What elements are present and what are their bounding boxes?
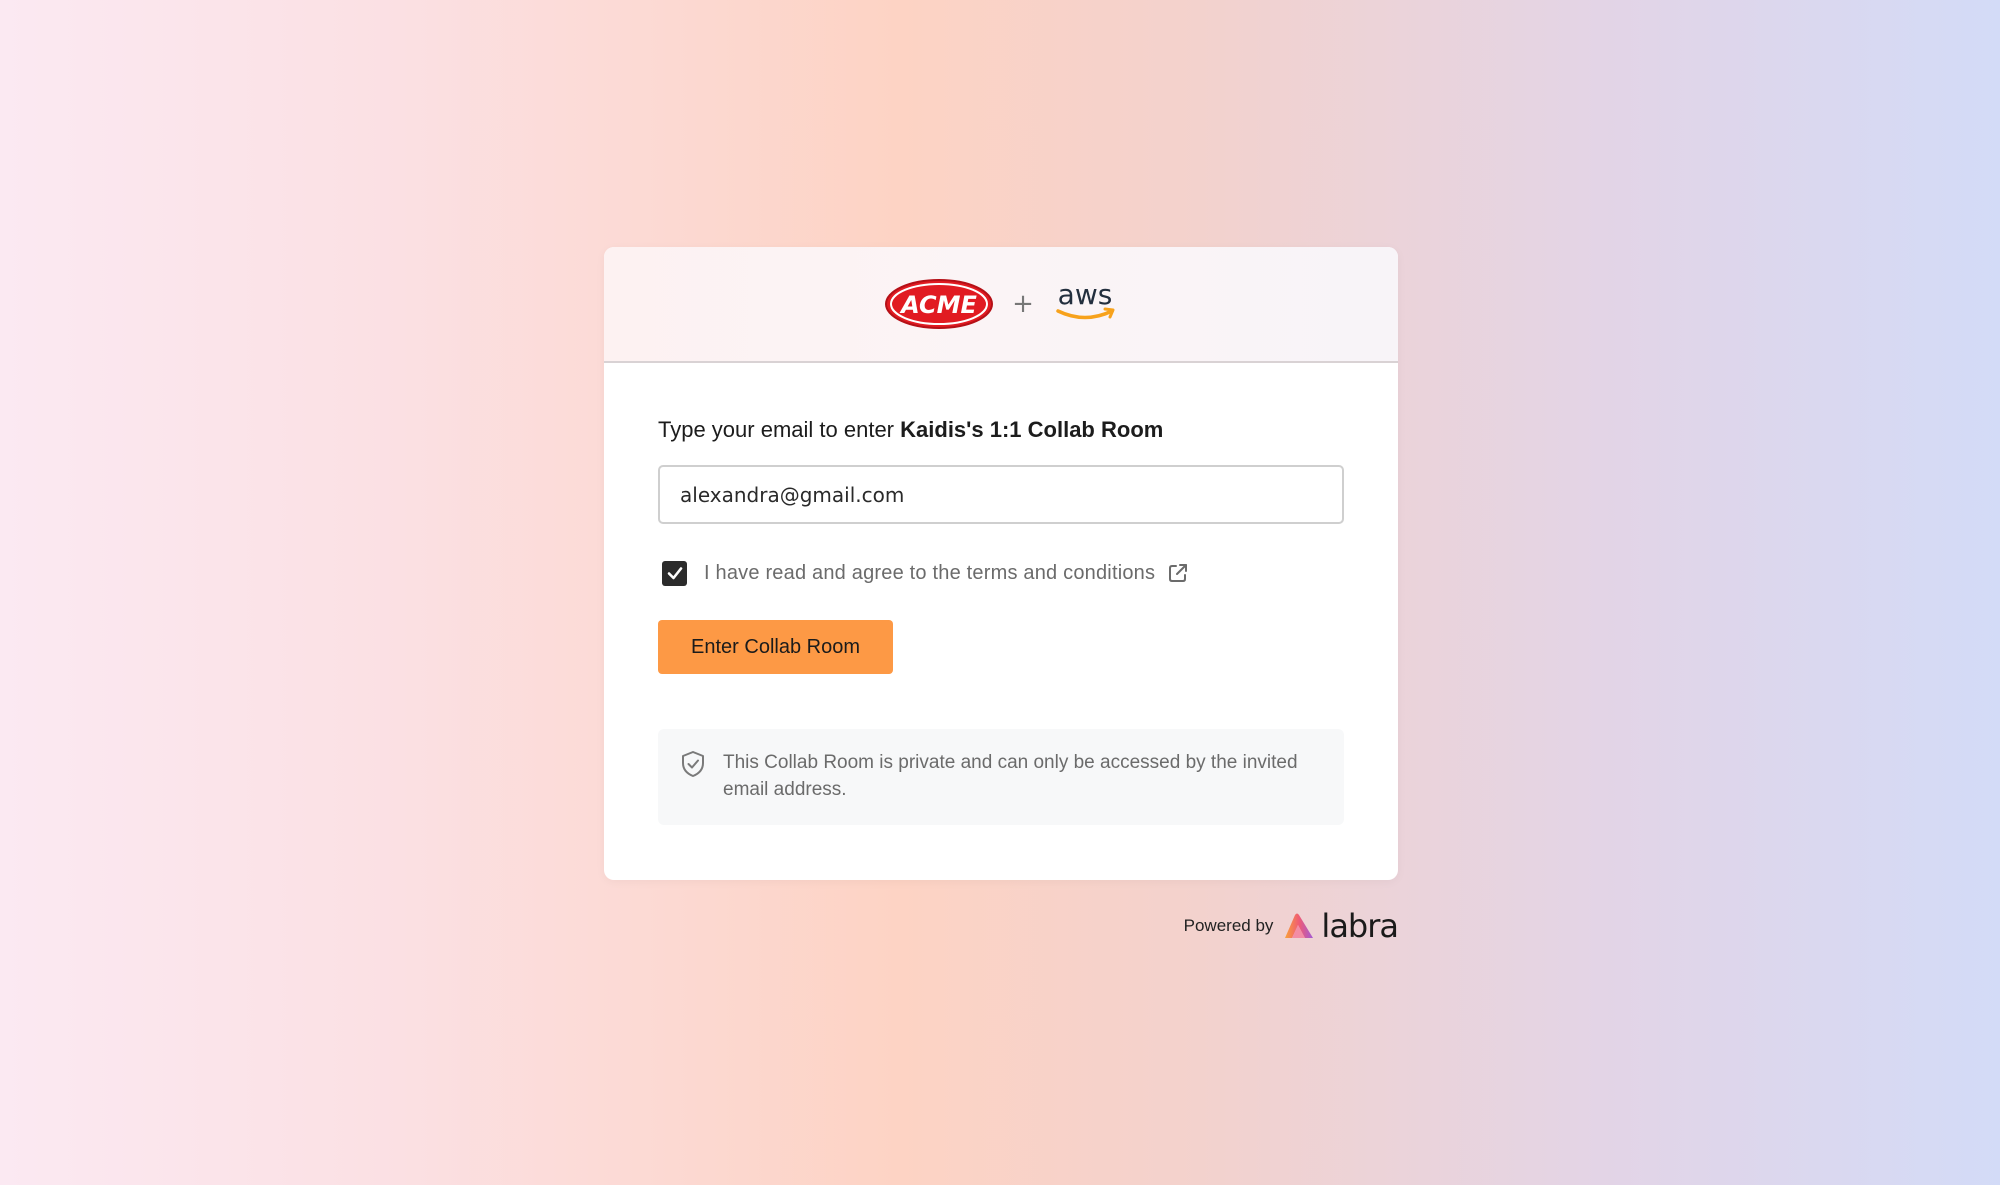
acme-logo-text: ACME xyxy=(899,291,977,319)
labra-logo-icon[interactable] xyxy=(1283,912,1315,940)
checkmark-icon xyxy=(667,567,682,580)
terms-checkbox[interactable] xyxy=(662,560,687,586)
aws-logo: aws xyxy=(1056,280,1115,320)
plus-separator: + xyxy=(1012,289,1034,319)
powered-by: Powered by labra xyxy=(1183,908,1399,944)
privacy-text: This Collab Room is private and can only… xyxy=(723,752,1298,800)
card-body: Type your email to enter Kaidis's 1:1 Co… xyxy=(604,415,1398,825)
privacy-note: This Collab Room is private and can only… xyxy=(658,729,1344,825)
room-name: Kaidis's 1:1 Collab Room xyxy=(900,417,1164,442)
external-link-icon[interactable] xyxy=(1167,562,1189,584)
email-prompt: Type your email to enter Kaidis's 1:1 Co… xyxy=(658,415,1344,445)
labra-wordmark[interactable]: labra xyxy=(1321,908,1399,944)
login-card: ACME + aws Type your email to enter Kaid… xyxy=(604,247,1398,880)
terms-label[interactable]: I have read and agree to the terms and c… xyxy=(704,562,1155,585)
enter-collab-room-button[interactable]: Enter Collab Room xyxy=(658,620,893,674)
page-background: { "header": { "partner_logo_text": "ACME… xyxy=(0,0,2000,1185)
terms-row: I have read and agree to the terms and c… xyxy=(658,558,1344,588)
email-field[interactable] xyxy=(658,465,1344,524)
acme-logo: ACME xyxy=(885,279,994,329)
shield-check-icon xyxy=(682,751,704,777)
powered-by-label: Powered by xyxy=(1183,916,1274,935)
card-header: ACME + aws xyxy=(604,247,1398,363)
aws-logo-text: aws xyxy=(1058,280,1113,311)
prompt-prefix: Type your email to enter xyxy=(658,417,895,442)
